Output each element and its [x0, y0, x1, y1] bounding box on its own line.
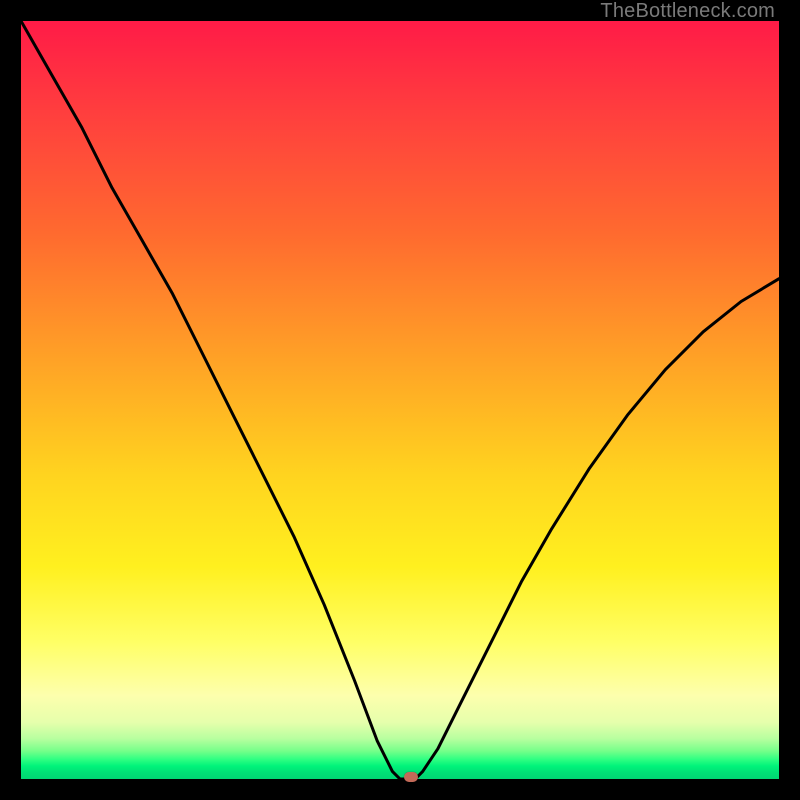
- watermark-text: TheBottleneck.com: [600, 0, 775, 23]
- bottleneck-curve: [21, 21, 779, 779]
- chart-frame: TheBottleneck.com: [0, 0, 800, 800]
- optimal-point-marker: [404, 772, 418, 782]
- chart-plot-area: [21, 21, 779, 779]
